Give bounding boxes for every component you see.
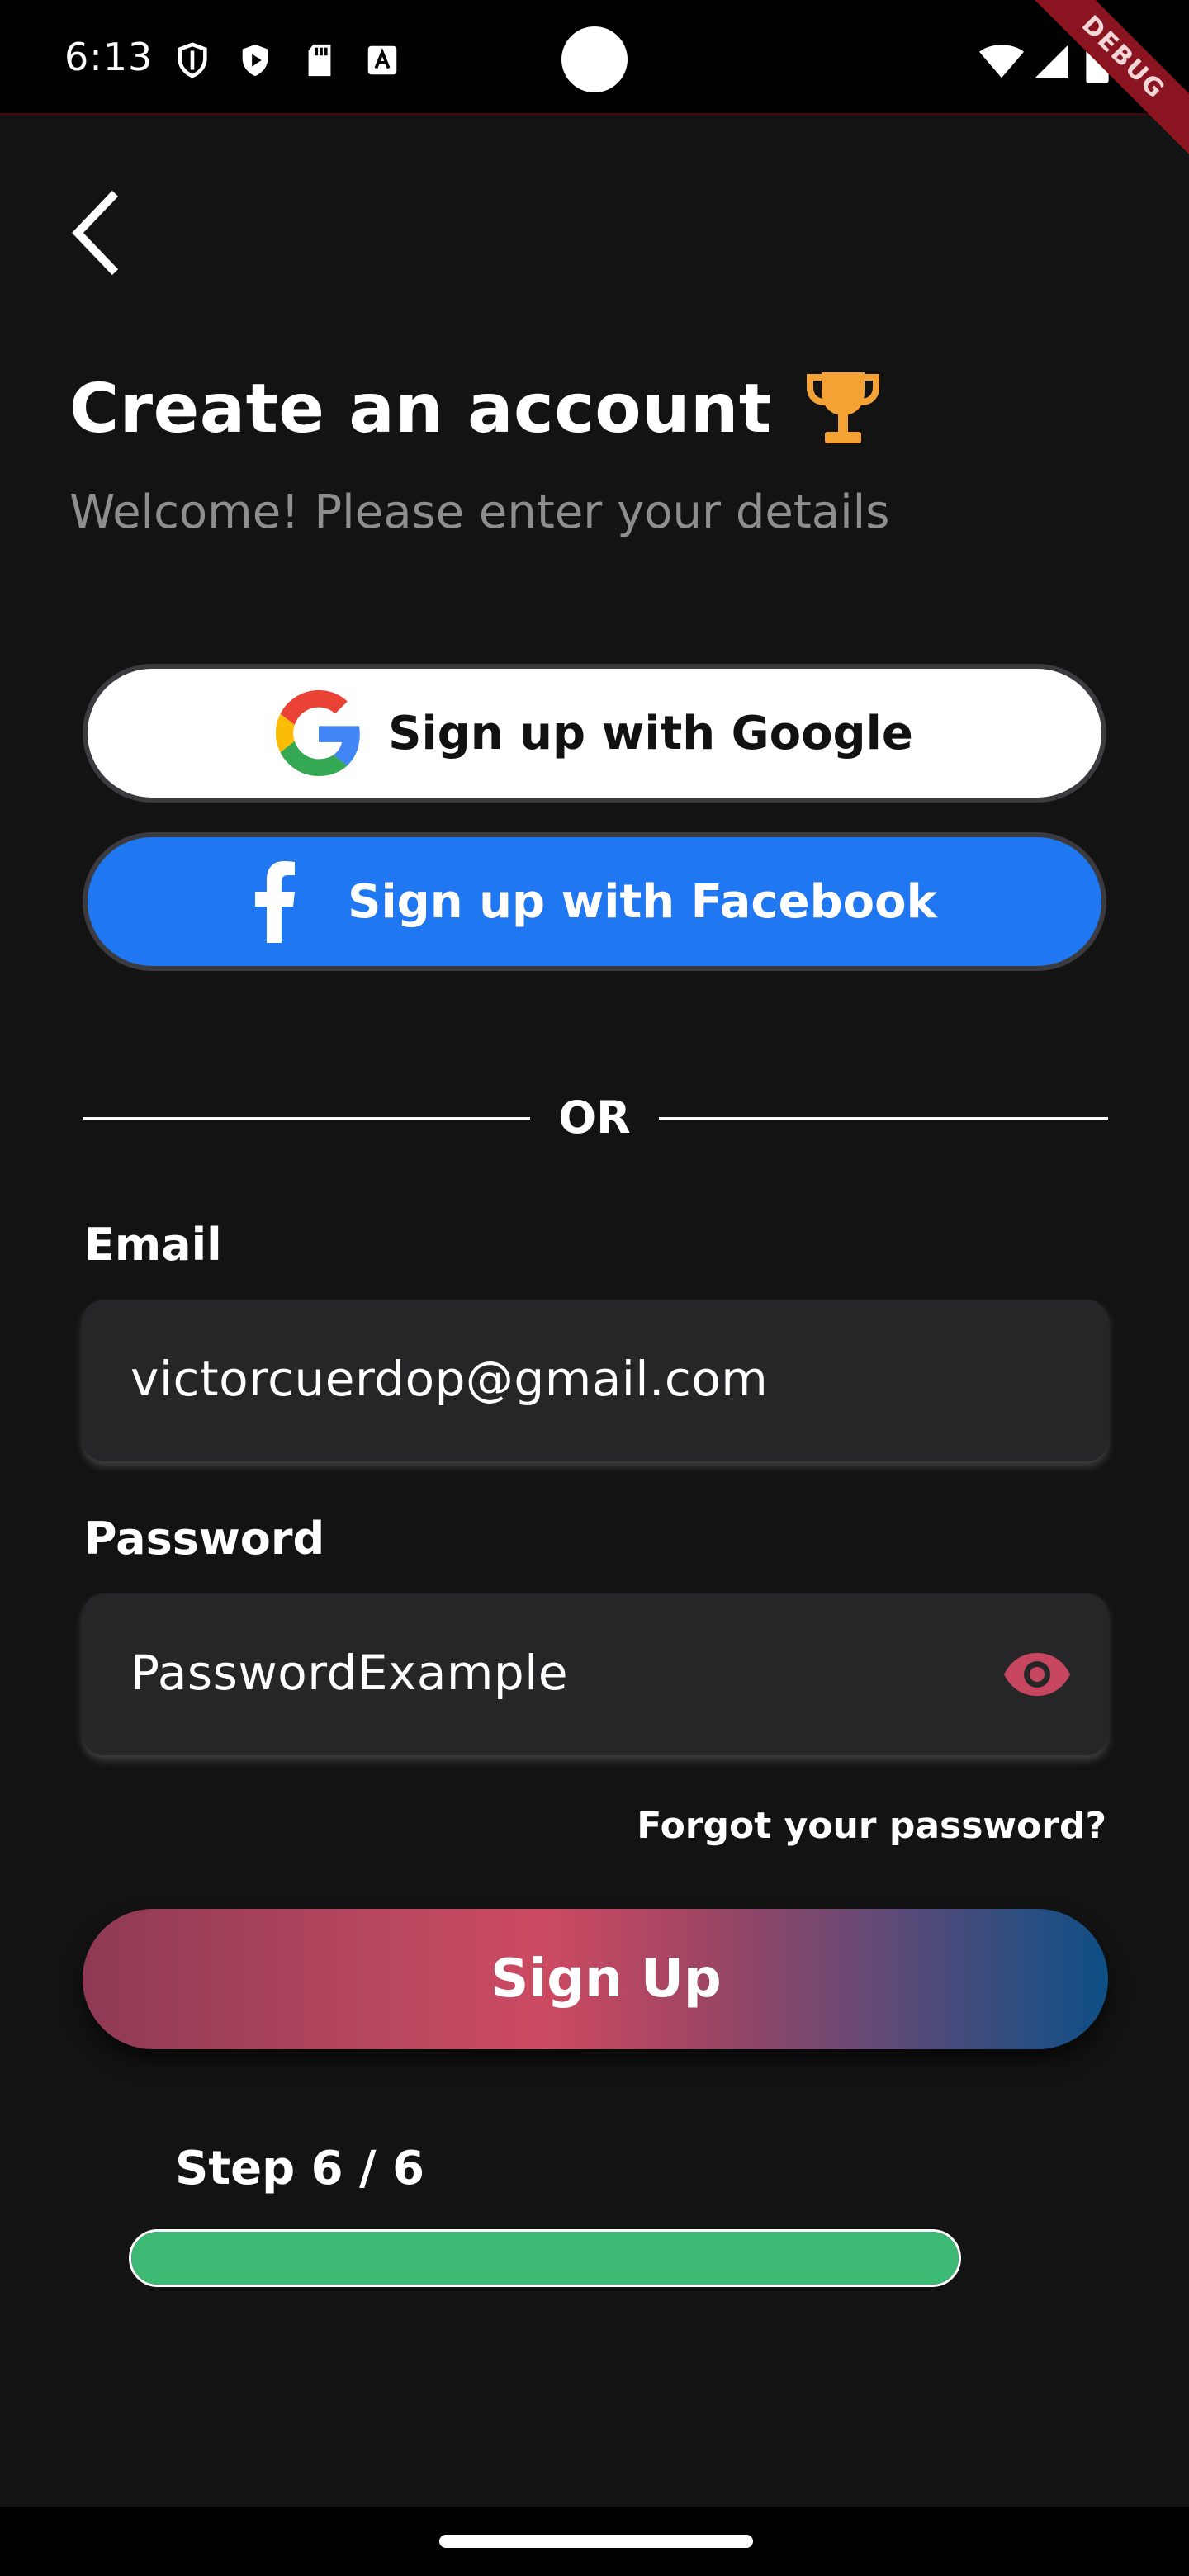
email-label: Email [84,1219,222,1271]
title-row: Create an account [69,363,881,454]
font-icon [367,45,397,75]
status-time: 6:13 [64,35,154,79]
google-icon [276,690,360,776]
trophy-icon [806,372,879,443]
back-button[interactable] [58,182,132,281]
facebook-signup-button[interactable]: Sign up with Facebook [83,832,1106,971]
signal-icon [1035,45,1068,78]
camera-cutout [561,26,628,92]
password-value: PasswordExample [130,1645,569,1701]
wifi-icon [979,45,1024,78]
status-bar: 6:13 DEBUG [0,0,1189,161]
play-icon [242,44,268,77]
email-field[interactable]: victorcuerdop@gmail.com [83,1300,1108,1461]
or-divider-text: OR [558,1091,631,1144]
google-button-label: Sign up with Google [388,706,913,760]
google-signup-button[interactable]: Sign up with Google [83,664,1106,803]
page-subtitle: Welcome! Please enter your details [69,485,890,539]
shield-icon [178,42,207,78]
forgot-password-link[interactable]: Forgot your password? [637,1805,1106,1847]
app-screen: 6:13 DEBUG Create an account Welcome! Pl… [0,0,1189,2576]
password-field[interactable]: PasswordExample [83,1593,1108,1755]
step-label: Step 6 / 6 [175,2142,425,2195]
divider-line-right [659,1117,1108,1120]
progress-bar [129,2229,961,2287]
system-nav-bar [0,2507,1189,2576]
chevron-left-icon [72,190,119,276]
facebook-icon [255,861,296,943]
sign-up-button[interactable]: Sign Up [83,1909,1108,2049]
sign-up-label: Sign Up [490,1949,722,2010]
divider-line-left [83,1117,530,1120]
page-title: Create an account [69,369,772,448]
home-indicator[interactable] [439,2535,753,2548]
email-value: victorcuerdop@gmail.com [130,1351,769,1407]
progress-bar-fill [131,2232,959,2285]
facebook-button-label: Sign up with Facebook [348,874,937,929]
password-label: Password [84,1513,325,1565]
eye-icon[interactable] [1002,1651,1072,1698]
sd-card-icon [308,44,331,77]
